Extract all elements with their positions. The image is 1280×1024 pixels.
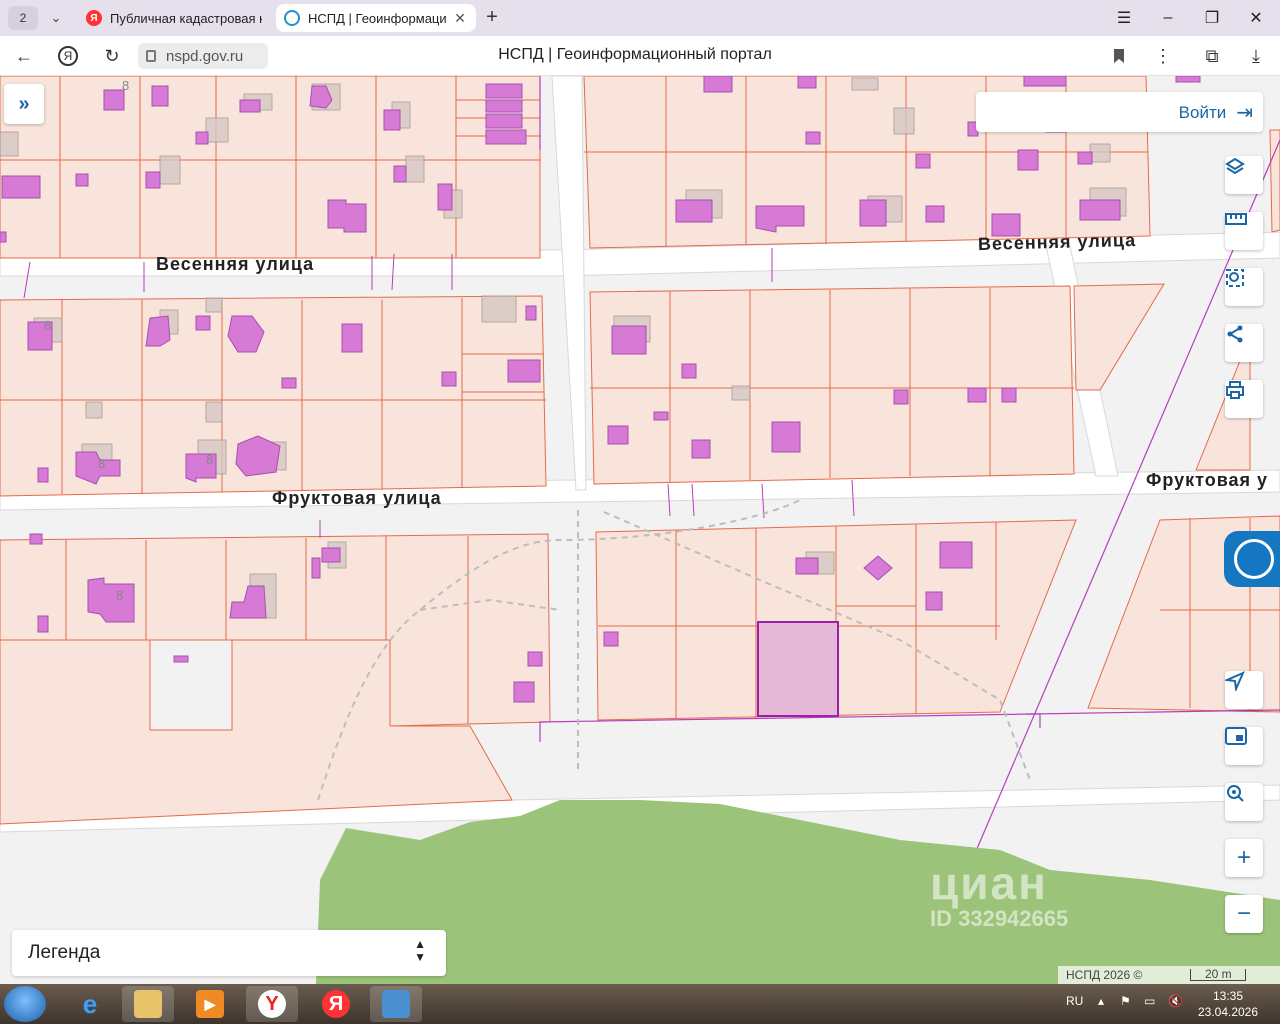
system-clock[interactable]: 13:35 23.04.2026	[1196, 988, 1260, 1020]
map-pin-icon	[1234, 539, 1274, 579]
cadastral-map[interactable]: Весенняя улица Весенняя улица Фруктовая …	[0, 76, 1280, 984]
windows-taskbar: e ▶ Y Я RU ▴ ⚑ ▭ 🔇 13:35 23.04.2026	[0, 984, 1280, 1024]
watermark: циан ID 332942665	[930, 856, 1068, 932]
login-icon: ⇥	[1236, 102, 1253, 124]
chevron-up-icon[interactable]: ▴	[1098, 994, 1104, 1008]
explorer-ie-icon[interactable]: e	[64, 986, 116, 1022]
browser-tab-strip: 2 ⌄ Я Публичная кадастровая к НСПД | Гео…	[0, 0, 1280, 36]
floor-label: 8	[122, 78, 130, 93]
attribution-text: НСПД 2026 ©	[1066, 968, 1143, 982]
file-manager-icon[interactable]	[122, 986, 174, 1022]
watermark-id: ID 332942665	[930, 906, 1069, 931]
login-label: Войти	[1178, 102, 1227, 122]
download-icon[interactable]: ⤓	[1244, 44, 1268, 68]
start-button[interactable]	[4, 986, 46, 1022]
network-icon[interactable]: ▭	[1144, 994, 1155, 1008]
zoom-out-button[interactable]: −	[1225, 895, 1263, 933]
url-field[interactable]: nspd.gov.ru	[138, 43, 268, 69]
close-window-button[interactable]: ✕	[1244, 6, 1268, 30]
volume-muted-icon[interactable]: 🔇	[1168, 994, 1183, 1008]
assistant-button[interactable]	[1224, 531, 1280, 587]
floor-label: 8	[116, 588, 124, 603]
url-text: nspd.gov.ru	[166, 47, 244, 65]
new-tab-button[interactable]: +	[480, 5, 504, 29]
yandex-icon[interactable]: Я	[310, 986, 362, 1022]
restore-button[interactable]: ❐	[1200, 6, 1224, 30]
tab-counter[interactable]: 2	[8, 6, 38, 30]
tab-public-cadastral[interactable]: Я Публичная кадастровая к	[78, 4, 270, 32]
tab-title: НСПД | Геоинформаци	[308, 10, 447, 26]
close-icon[interactable]: ✕	[452, 10, 468, 27]
lock-icon	[146, 50, 156, 62]
address-bar: ← Я ↻ nspd.gov.ru НСПД | Геоинформационн…	[0, 36, 1280, 76]
yandex-browser-icon[interactable]: Y	[246, 986, 298, 1022]
chevron-down-icon[interactable]: ⌄	[44, 6, 68, 30]
watermark-brand: циан	[930, 857, 1048, 909]
reload-button[interactable]: ↻	[100, 44, 124, 68]
legend-panel[interactable]: Легенда ▲ ▼	[12, 930, 446, 976]
login-panel: Войти ⇥	[976, 92, 1263, 132]
back-button[interactable]: ←	[12, 44, 36, 68]
street-label: Фруктовая улица	[272, 488, 442, 508]
clock-date: 23.04.2026	[1197, 1005, 1259, 1019]
location-search-icon[interactable]	[1225, 783, 1263, 821]
legend-label: Легенда	[28, 942, 101, 963]
expand-toggle-icon[interactable]: ▲ ▼	[414, 938, 426, 964]
share-icon[interactable]	[1225, 324, 1263, 362]
zoom-in-button[interactable]: +	[1225, 839, 1263, 877]
photo-viewer-icon[interactable]	[370, 986, 422, 1022]
floor-label: 8	[98, 456, 106, 471]
media-player-icon[interactable]: ▶	[184, 986, 236, 1022]
ruler-icon[interactable]	[1225, 212, 1263, 250]
scale-bar: 20 m	[1190, 968, 1247, 981]
selected-parcel[interactable]	[757, 621, 839, 717]
more-icon[interactable]: ⋮	[1151, 44, 1175, 68]
floor-label: 8	[44, 318, 52, 333]
expand-panel-button[interactable]: »	[4, 84, 44, 124]
street-label: Весенняя улица	[977, 229, 1137, 255]
minimap-icon[interactable]	[1225, 727, 1263, 765]
clock-time: 13:35	[1212, 989, 1244, 1003]
yandex-home-button[interactable]: Я	[56, 44, 80, 68]
street-label: Весенняя улица	[156, 254, 315, 274]
nspd-icon	[284, 10, 300, 26]
tab-title: Публичная кадастровая к	[110, 10, 262, 26]
extensions-icon[interactable]: ⧉	[1200, 44, 1224, 68]
floor-label: 8	[206, 452, 214, 467]
yandex-icon: Я	[86, 10, 102, 26]
map-canvas[interactable]	[0, 76, 1280, 984]
tab-nspd[interactable]: НСПД | Геоинформаци ✕	[276, 4, 476, 32]
navigate-icon[interactable]	[1225, 671, 1263, 709]
language-indicator[interactable]: RU	[1066, 994, 1083, 1008]
bookmark-icon[interactable]	[1107, 44, 1131, 68]
layers-icon[interactable]	[1225, 156, 1263, 194]
minimize-button[interactable]: –	[1156, 6, 1180, 30]
area-search-icon[interactable]	[1225, 268, 1263, 306]
page-title: НСПД | Геоинформационный портал	[498, 46, 772, 63]
menu-icon[interactable]: ☰	[1112, 6, 1136, 30]
map-attribution: НСПД 2026 © 20 m	[1058, 966, 1280, 984]
flag-icon[interactable]: ⚑	[1120, 994, 1131, 1008]
print-icon[interactable]	[1225, 380, 1263, 418]
login-button[interactable]: Войти ⇥	[1179, 100, 1253, 125]
street-label: Фруктовая у	[1146, 470, 1269, 490]
